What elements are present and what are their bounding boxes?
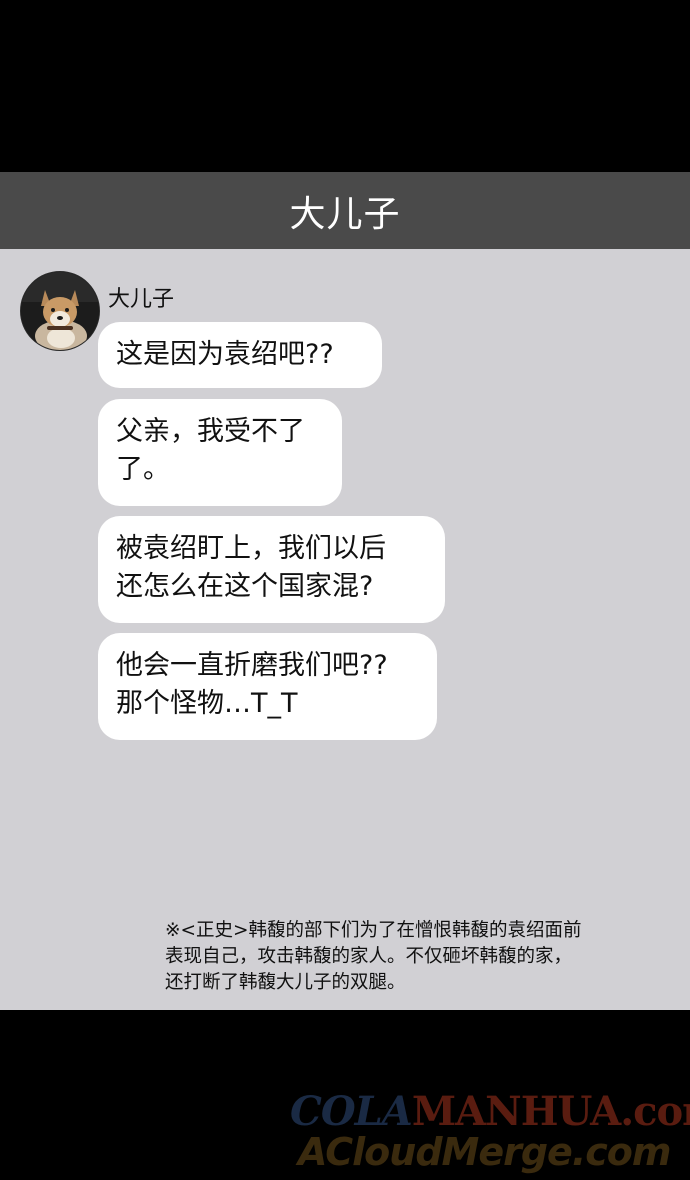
watermark-acloudmerge: ACloudMerge.com	[298, 1130, 671, 1174]
chat-header: 大儿子	[0, 172, 690, 249]
watermark-com: .com	[620, 1088, 690, 1135]
message-bubble[interactable]: 这是因为袁绍吧??	[98, 322, 382, 388]
watermark-logo: COLAMANHUA.com	[290, 1088, 690, 1135]
historical-footnote: ※<正史>韩馥的部下们为了在憎恨韩馥的袁绍面前 表现自己，攻击韩馥的家人。不仅砸…	[165, 920, 582, 993]
watermark-manhua: MANHUA	[411, 1088, 621, 1135]
message-bubble[interactable]: 他会一直折磨我们吧?? 那个怪物…T_T	[98, 633, 437, 740]
top-black-band	[0, 0, 690, 172]
chat-title: 大儿子	[289, 193, 401, 235]
message-bubble[interactable]: 被袁绍盯上，我们以后 还怎么在这个国家混?	[98, 516, 445, 623]
message-bubble[interactable]: 父亲，我受不了 了。	[98, 399, 342, 506]
sender-name: 大儿子	[108, 287, 175, 312]
watermark-cola: COLA	[290, 1088, 413, 1135]
shiba-dog-avatar-icon[interactable]	[20, 271, 100, 351]
